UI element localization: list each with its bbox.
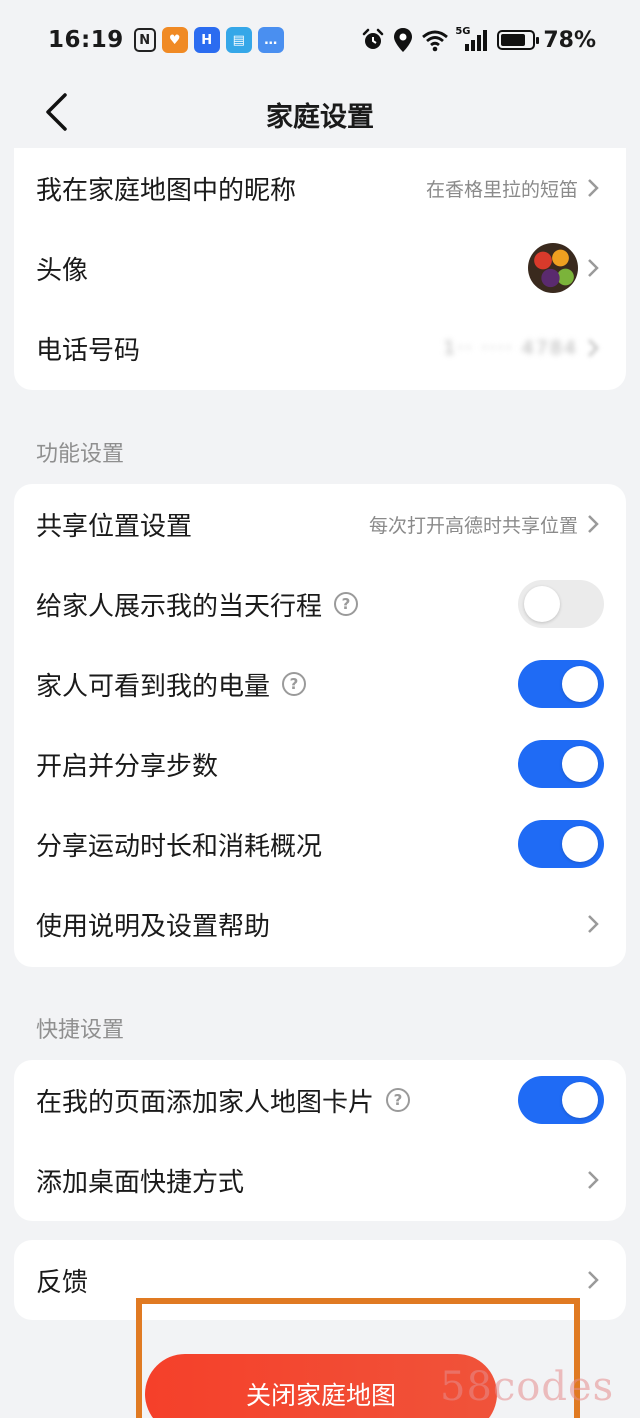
show-itinerary-toggle[interactable]: [518, 580, 604, 628]
system-status: 5G 78%: [361, 26, 596, 53]
avatar: [528, 243, 578, 293]
share-sports-toggle[interactable]: [518, 820, 604, 868]
shortcuts-card: 在我的页面添加家人地图卡片 ? 添加桌面快捷方式: [14, 1060, 626, 1221]
battery-visible-label: 家人可看到我的电量: [36, 671, 271, 702]
help-row[interactable]: 使用说明及设置帮助: [14, 884, 626, 964]
chevron-right-icon: [586, 337, 600, 359]
message-app-icon: …: [257, 27, 284, 53]
nfc-icon: N: [133, 28, 156, 52]
share-sports-row: 分享运动时长和消耗概况: [14, 804, 626, 884]
share-location-row[interactable]: 共享位置设置 每次打开高德时共享位置: [14, 484, 626, 564]
feedback-label: 反馈: [36, 1267, 89, 1298]
chevron-left-icon: [46, 93, 67, 131]
alarm-icon: [361, 28, 385, 52]
nickname-label: 我在家庭地图中的昵称: [36, 175, 297, 206]
help-icon[interactable]: ?: [282, 672, 307, 696]
help-label: 使用说明及设置帮助: [36, 911, 271, 942]
show-itinerary-row: 给家人展示我的当天行程 ?: [14, 564, 626, 644]
chevron-right-icon: [586, 513, 600, 535]
add-card-label: 在我的页面添加家人地图卡片: [36, 1087, 375, 1118]
status-time: 16:19: [48, 27, 124, 53]
features-card: 共享位置设置 每次打开高德时共享位置 给家人展示我的当天行程 ? 家人可看到我的…: [14, 484, 626, 967]
toggle-knob: [562, 826, 598, 862]
toggle-knob: [524, 586, 560, 622]
location-icon: [393, 27, 413, 53]
show-itinerary-label: 给家人展示我的当天行程: [36, 591, 323, 622]
desktop-shortcut-row[interactable]: 添加桌面快捷方式: [14, 1140, 626, 1220]
phone-row[interactable]: 电话号码 1·· ···· 4784: [14, 308, 626, 388]
avatar-row[interactable]: 头像: [14, 228, 626, 308]
book-app-icon: ▤: [225, 27, 252, 53]
chevron-right-icon: [586, 177, 600, 199]
share-location-value: 每次打开高德时共享位置: [368, 514, 578, 537]
toggle-knob: [562, 746, 598, 782]
help-icon[interactable]: ?: [386, 1088, 411, 1112]
nickname-row[interactable]: 我在家庭地图中的昵称 在香格里拉的短笛: [14, 148, 626, 228]
chevron-right-icon: [586, 1269, 600, 1291]
toggle-knob: [562, 1082, 598, 1118]
help-icon[interactable]: ?: [334, 592, 359, 616]
add-card-toggle[interactable]: [518, 1076, 604, 1124]
desktop-shortcut-label: 添加桌面快捷方式: [36, 1167, 245, 1198]
chevron-right-icon: [586, 257, 600, 279]
chevron-right-icon: [586, 913, 600, 935]
battery-visible-row: 家人可看到我的电量 ?: [14, 644, 626, 724]
status-bar: 16:19 N ♥ H ▤ … 5G 78%: [0, 0, 640, 80]
share-steps-toggle[interactable]: [518, 740, 604, 788]
page-title: 家庭设置: [266, 101, 374, 133]
avatar-label: 头像: [36, 255, 89, 286]
share-location-label: 共享位置设置: [36, 511, 193, 542]
battery-visible-toggle[interactable]: [518, 660, 604, 708]
signal-icon: 5G: [455, 26, 489, 52]
nickname-value: 在香格里拉的短笛: [425, 178, 578, 201]
section-title-shortcuts: 快捷设置: [36, 1018, 125, 1043]
add-card-row: 在我的页面添加家人地图卡片 ?: [14, 1060, 626, 1140]
section-title-features: 功能设置: [36, 442, 125, 467]
heart-app-icon: ♥: [161, 27, 188, 53]
back-button[interactable]: [36, 90, 76, 134]
share-steps-row: 开启并分享步数: [14, 724, 626, 804]
share-sports-label: 分享运动时长和消耗概况: [36, 831, 323, 862]
wifi-icon: [421, 28, 449, 52]
phone-label: 电话号码: [36, 335, 141, 366]
battery-icon: [497, 30, 540, 50]
phone-value: 1·· ···· 4784: [443, 337, 578, 359]
profile-card: 我在家庭地图中的昵称 在香格里拉的短笛 头像 电话号码 1·· ···· 478…: [14, 148, 626, 390]
chevron-right-icon: [586, 1169, 600, 1191]
share-steps-label: 开启并分享步数: [36, 751, 219, 782]
page-header: 家庭设置: [0, 80, 640, 148]
toggle-knob: [562, 666, 598, 702]
battery-fill: [501, 34, 525, 46]
network-type: 5G: [455, 26, 471, 37]
watermark: 58codes: [440, 1364, 615, 1410]
honor-app-icon: H: [193, 27, 220, 53]
battery-percent: 78%: [543, 27, 596, 53]
status-app-icons: N ♥ H ▤ …: [133, 27, 284, 53]
